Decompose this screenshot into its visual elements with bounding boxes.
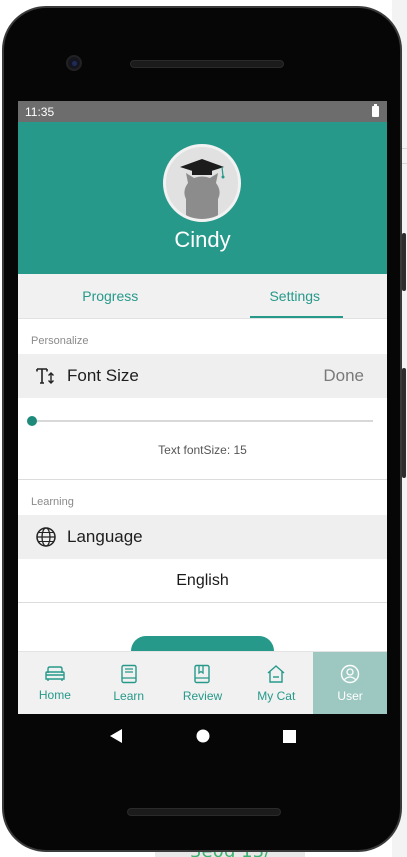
- tab-progress[interactable]: Progress: [18, 274, 203, 318]
- language-label: Language: [67, 527, 143, 546]
- nav-item-home[interactable]: Home: [18, 652, 92, 714]
- profile-tabs: Progress Settings: [18, 274, 387, 319]
- nav-item-learn[interactable]: Learn: [92, 652, 166, 714]
- font-size-label: Font Size: [67, 366, 139, 385]
- nav-label-my-cat: My Cat: [257, 688, 296, 703]
- font-size-row[interactable]: Font Size Done: [18, 354, 387, 398]
- android-navigation-bar: [18, 714, 387, 758]
- status-bar: 11:35: [18, 101, 387, 122]
- nav-item-review[interactable]: Review: [166, 652, 240, 714]
- sofa-icon: [45, 665, 65, 681]
- font-size-slider-thumb[interactable]: [27, 416, 37, 426]
- nav-item-user[interactable]: User: [313, 652, 387, 714]
- bottom-navigation: Home Learn Review My Cat User: [18, 651, 387, 714]
- done-button[interactable]: Done: [323, 366, 364, 386]
- nav-label-review: Review: [182, 688, 223, 703]
- profile-username: Cindy: [174, 227, 231, 252]
- speaker-top: [130, 60, 284, 68]
- bookmark-book-icon: [194, 664, 211, 683]
- front-camera: [66, 55, 82, 71]
- globe-icon: [35, 526, 57, 548]
- cat-graduate-avatar-icon[interactable]: [163, 144, 241, 222]
- power-button: [402, 368, 406, 478]
- language-row[interactable]: Language: [18, 515, 387, 559]
- font-size-slider-area: Text fontSize: 15: [18, 398, 387, 480]
- language-value[interactable]: English: [18, 559, 387, 603]
- nav-item-my-cat[interactable]: My Cat: [239, 652, 313, 714]
- back-triangle-icon[interactable]: [109, 728, 123, 744]
- section-label-learning: Learning: [31, 496, 74, 508]
- book-icon: [120, 664, 137, 683]
- status-time: 11:35: [25, 104, 55, 119]
- profile-header: Cindy: [18, 122, 387, 274]
- battery-full-icon: [372, 104, 379, 117]
- user-icon: [340, 664, 360, 683]
- text-size-icon: [35, 365, 57, 387]
- tab-settings[interactable]: Settings: [203, 274, 388, 318]
- volume-button: [402, 233, 406, 291]
- speaker-bottom: [127, 808, 281, 816]
- app-screen: 11:35 Cindy Progress Settings Personaliz…: [18, 101, 387, 714]
- recents-square-icon[interactable]: [282, 729, 296, 743]
- nav-label-learn: Learn: [113, 688, 145, 703]
- section-label-personalize: Personalize: [31, 335, 89, 347]
- home-circle-icon[interactable]: [196, 729, 210, 743]
- nav-label-home: Home: [38, 687, 71, 702]
- font-size-caption: Text fontSize: 15: [158, 443, 247, 457]
- font-size-slider-track[interactable]: [32, 420, 373, 422]
- nav-label-user: User: [337, 688, 363, 703]
- tab-active-indicator: [250, 316, 343, 318]
- house-icon: [267, 664, 285, 683]
